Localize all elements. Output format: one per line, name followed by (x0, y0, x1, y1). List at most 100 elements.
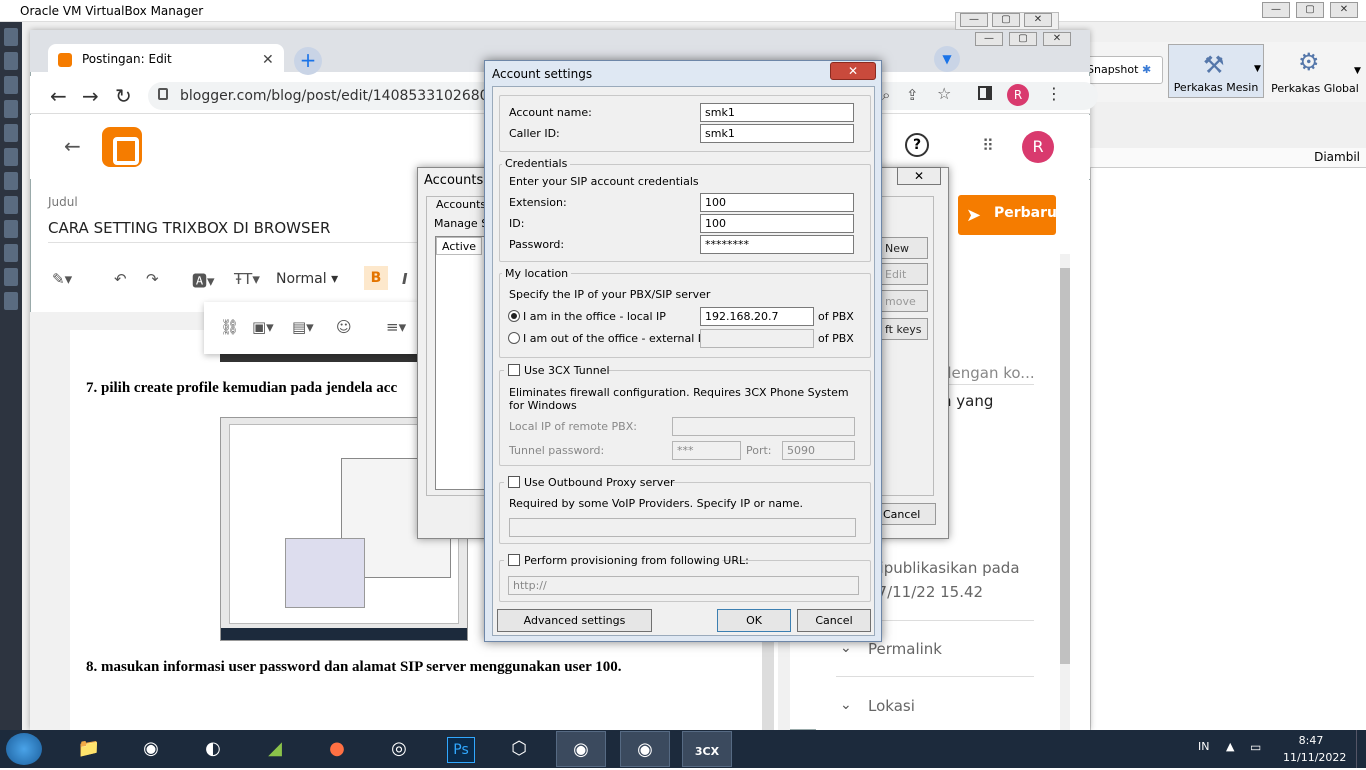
accounts-cancel-button[interactable]: Cancel (878, 503, 936, 525)
caller-id-input[interactable]: smk1 (700, 124, 854, 143)
provisioning-url-input[interactable]: http:// (508, 576, 859, 595)
menu-kebab-icon[interactable]: ⋮ (1046, 84, 1062, 103)
chrome-profile-icon[interactable]: ◉ (620, 731, 670, 767)
virtualbox-icon[interactable]: ⬡ (494, 731, 544, 767)
use-proxy-label[interactable]: Use Outbound Proxy server (524, 476, 675, 489)
search-icon[interactable]: ⌕ (882, 86, 890, 104)
new-account-button[interactable]: New (878, 237, 928, 259)
paragraph-style-select[interactable]: Normal ▾ (276, 271, 338, 287)
text-format-icon[interactable]: 🅰▾ (192, 270, 215, 291)
minimize-icon[interactable]: — (960, 13, 988, 27)
chevron-down-icon[interactable]: ▼ (1254, 64, 1261, 74)
use-tunnel-label[interactable]: Use 3CX Tunnel (524, 364, 610, 377)
emoji-icon[interactable]: ☺ (336, 318, 352, 336)
extension-input[interactable]: 100 (700, 193, 854, 212)
close-icon[interactable]: ✕ (1043, 32, 1071, 46)
edit-account-button[interactable]: Edit (878, 263, 928, 285)
chevron-down-icon[interactable]: ⌄ (840, 640, 852, 656)
use-tunnel-checkbox[interactable] (508, 364, 520, 376)
start-button[interactable] (6, 733, 42, 765)
profile-avatar[interactable]: R (1007, 84, 1029, 106)
port-input[interactable]: 5090 (782, 441, 855, 460)
minimize-icon[interactable]: — (975, 32, 1003, 46)
advanced-settings-button[interactable]: Advanced settings (497, 609, 652, 632)
remote-pbx-input[interactable] (672, 417, 855, 436)
snapshot-button[interactable]: Snapshot ✱ (1078, 56, 1163, 84)
sidebar-scroll-thumb[interactable] (1060, 268, 1070, 664)
undo-icon[interactable]: ↶ (114, 270, 127, 288)
settings-close-button[interactable]: ✕ (830, 62, 876, 80)
maximize-icon[interactable]: ▢ (1296, 2, 1324, 18)
proxy-input[interactable] (509, 518, 856, 537)
apps-grid-icon[interactable]: ⠿ (982, 137, 1000, 155)
align-icon[interactable]: ≡▾ (386, 318, 406, 336)
clock[interactable]: 8:47 11/11/2022 (1283, 734, 1346, 764)
id-input[interactable]: 100 (700, 214, 854, 233)
local-ip-input[interactable]: 192.168.20.7 (700, 307, 814, 326)
back-icon[interactable]: ← (50, 84, 67, 108)
perkakas-mesin-button[interactable]: ⚒ Perkakas Mesin (1168, 44, 1264, 98)
bookmark-star-icon[interactable]: ☆ (937, 84, 951, 103)
provisioning-label[interactable]: Perform provisioning from following URL: (524, 554, 749, 567)
tunnel-password-input[interactable]: *** (672, 441, 741, 460)
password-input[interactable]: ******** (700, 235, 854, 254)
maximize-icon[interactable]: ▢ (992, 13, 1020, 27)
local-ip-radio[interactable] (508, 310, 520, 322)
column-header-diambil[interactable]: Diambil (1090, 148, 1366, 168)
side-panel-icon[interactable] (978, 86, 992, 100)
tab-close-icon[interactable]: ✕ (262, 52, 274, 68)
external-ip-input[interactable] (700, 329, 814, 348)
share-icon[interactable]: ⇪ (906, 86, 919, 104)
external-ip-radio[interactable] (508, 332, 520, 344)
remove-account-button[interactable]: move (878, 290, 928, 312)
tray-chevron-icon[interactable]: ▲ (1226, 740, 1234, 753)
redo-icon[interactable]: ↷ (146, 270, 159, 288)
bold-button[interactable]: B (364, 266, 388, 290)
accounts-close-button[interactable]: ✕ (897, 167, 941, 185)
permalink-section[interactable]: Permalink (868, 640, 942, 658)
editor-scrollbar[interactable] (762, 640, 774, 730)
back-arrow-icon[interactable]: ← (64, 134, 81, 158)
active-column-header[interactable]: Active (436, 237, 482, 255)
link-icon[interactable]: ⛓ (220, 318, 239, 336)
chrome-window-icon[interactable]: ◉ (556, 731, 606, 767)
app-icon[interactable]: ◐ (188, 731, 238, 767)
chrome-icon[interactable]: ◉ (126, 731, 176, 767)
local-ip-label[interactable]: I am in the office - local IP (523, 310, 666, 323)
chevron-down-icon[interactable]: ⌄ (840, 697, 852, 713)
video-icon[interactable]: ▤▾ (292, 318, 314, 336)
firefox-icon[interactable]: ● (312, 731, 362, 767)
reload-icon[interactable]: ↻ (115, 84, 132, 108)
text-size-icon[interactable]: ŦT▾ (234, 270, 260, 288)
ok-button[interactable]: OK (717, 609, 791, 632)
minimize-icon[interactable]: — (1262, 2, 1290, 18)
close-icon[interactable]: ✕ (1024, 13, 1052, 27)
provisioning-checkbox[interactable] (508, 554, 520, 566)
close-icon[interactable]: ✕ (1330, 2, 1358, 18)
network-icon[interactable]: ▭ (1250, 740, 1261, 754)
post-title-input[interactable]: CARA SETTING TRIXBOX DI BROWSER (48, 219, 438, 243)
lock-icon[interactable] (158, 88, 168, 100)
language-indicator[interactable]: IN (1198, 740, 1209, 753)
use-proxy-checkbox[interactable] (508, 476, 520, 488)
blogger-avatar[interactable]: R (1022, 131, 1054, 163)
account-name-input[interactable]: smk1 (700, 103, 854, 122)
help-icon[interactable]: ? (905, 133, 929, 157)
soft-keys-button[interactable]: ft keys (878, 318, 928, 340)
app-icon[interactable]: ◢ (250, 731, 300, 767)
new-tab-button[interactable]: + (294, 47, 322, 75)
pen-icon[interactable]: ✎▾ (52, 270, 72, 288)
tab-search-icon[interactable]: ▼ (934, 46, 960, 72)
tab-postingan-edit[interactable]: Postingan: Edit (48, 44, 284, 76)
image-icon[interactable]: ▣▾ (252, 318, 274, 336)
file-explorer-icon[interactable]: 📁 (64, 731, 114, 767)
media-player-icon[interactable]: ◎ (374, 731, 424, 767)
location-section[interactable]: Lokasi (868, 697, 915, 715)
perkakas-global-button[interactable]: ⚙ Perkakas Global (1268, 44, 1362, 98)
show-desktop-button[interactable] (1356, 730, 1366, 768)
3cx-icon[interactable]: 3CX (682, 731, 732, 767)
cancel-button[interactable]: Cancel (797, 609, 871, 632)
italic-button[interactable]: I (402, 270, 408, 288)
external-ip-label[interactable]: I am out of the office - external IP (523, 332, 708, 345)
maximize-icon[interactable]: ▢ (1009, 32, 1037, 46)
